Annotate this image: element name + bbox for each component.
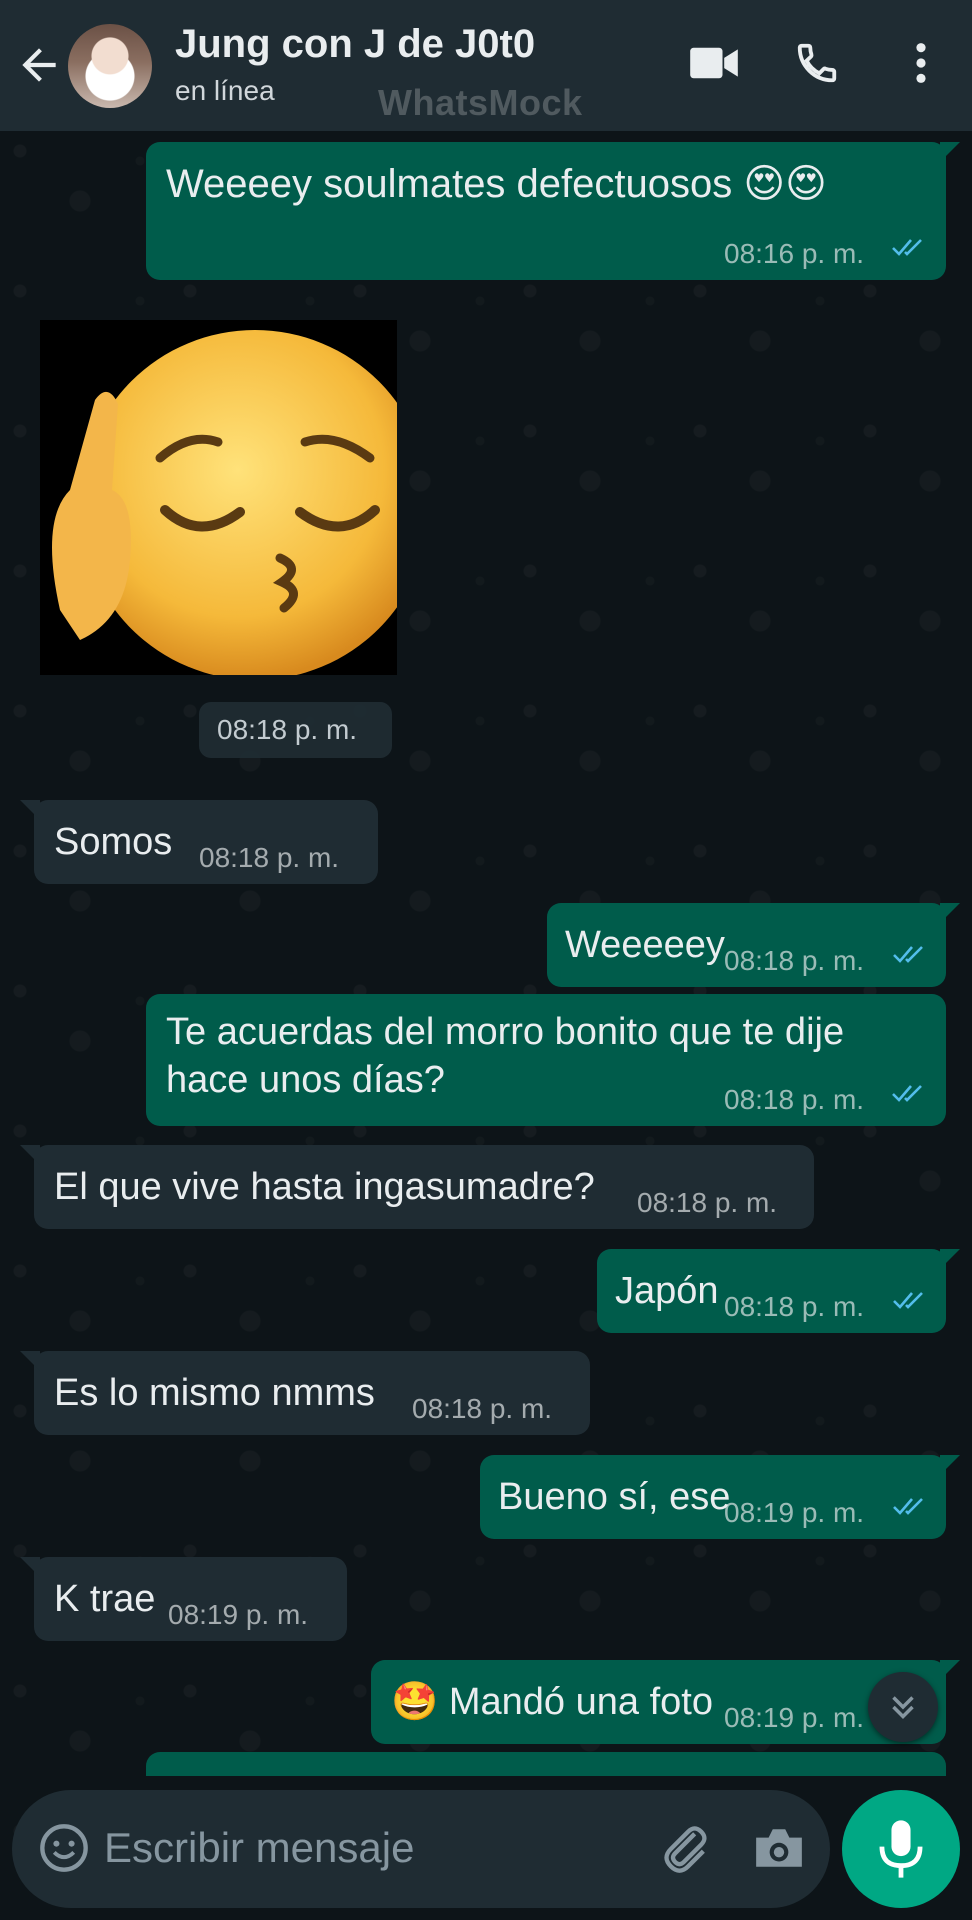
message-text-line-1: Te acuerdas del morro bonito que te dije	[166, 1011, 845, 1053]
back-arrow-icon[interactable]	[14, 40, 64, 90]
mic-icon	[879, 1820, 923, 1878]
sticker-timestamp-box: 08:18 p. m.	[199, 702, 392, 758]
message-outgoing[interactable]: Japón 08:18 p. m.	[597, 1249, 960, 1333]
mic-button[interactable]	[842, 1790, 960, 1908]
video-call-icon[interactable]	[690, 46, 738, 80]
double-check-icon	[893, 946, 923, 963]
double-check-icon	[892, 1085, 922, 1102]
message-outgoing[interactable]: Weeeey soulmates defectuosos 😍😍 08:16 p.…	[146, 142, 960, 280]
contact-name[interactable]: Jung con J de J0t0	[175, 22, 535, 67]
message-time: 08:18 p. m.	[724, 945, 865, 976]
message-time: 08:18 p. m.	[217, 714, 358, 745]
message-time: 08:19 p. m.	[168, 1599, 309, 1630]
message-time: 08:18 p. m.	[637, 1187, 778, 1218]
message-time: 08:19 p. m.	[724, 1497, 865, 1528]
pensive-kiss-emoji-icon	[52, 330, 397, 675]
message-incoming[interactable]: K trae 08:19 p. m.	[20, 1557, 347, 1641]
message-text: 🤩 Mandó una foto	[391, 1681, 713, 1723]
message-text: K trae	[54, 1578, 156, 1620]
message-text: Es lo mismo nmms	[54, 1372, 375, 1414]
message-outgoing[interactable]: 🤩 Mandó una foto 08:19 p. m.	[371, 1660, 960, 1744]
more-vert-icon[interactable]	[906, 40, 936, 86]
double-check-icon	[893, 1292, 923, 1309]
message-time: 08:16 p. m.	[724, 238, 865, 269]
double-check-icon	[893, 1498, 923, 1515]
message-time: 08:18 p. m.	[724, 1291, 865, 1322]
emoji-icon[interactable]	[38, 1822, 90, 1874]
message-outgoing[interactable]: Te acuerdas del morro bonito que te dije…	[146, 994, 946, 1126]
watermark-text: WhatsMock	[378, 82, 583, 123]
message-time: 08:18 p. m.	[412, 1393, 553, 1424]
chat-header: Jung con J de J0t0 en línea WhatsMock	[0, 0, 972, 131]
message-text: Weeeey soulmates defectuosos 😍😍	[166, 162, 827, 206]
scroll-to-bottom-button[interactable]	[868, 1672, 938, 1742]
double-check-icon	[892, 239, 922, 256]
chevron-double-down-icon	[892, 1696, 914, 1719]
message-incoming[interactable]: El que vive hasta ingasumadre? 08:18 p. …	[20, 1145, 814, 1229]
message-time: 08:18 p. m.	[724, 1084, 865, 1115]
contact-status: en línea	[175, 75, 275, 106]
message-text: Bueno sí, ese	[498, 1476, 731, 1518]
attach-icon[interactable]	[660, 1820, 712, 1878]
avatar[interactable]	[68, 24, 152, 108]
message-text: Weeeeey	[565, 924, 725, 966]
sticker-image[interactable]	[40, 320, 397, 675]
message-outgoing-partial[interactable]	[146, 1752, 946, 1776]
message-text: Japón	[615, 1270, 719, 1312]
phone-icon[interactable]	[794, 40, 840, 86]
message-outgoing[interactable]: Bueno sí, ese 08:19 p. m.	[480, 1455, 960, 1539]
camera-icon[interactable]	[752, 1824, 806, 1872]
message-text: Somos	[54, 821, 173, 863]
message-input[interactable]: Escribir mensaje	[104, 1824, 414, 1872]
message-composer[interactable]: Escribir mensaje	[12, 1790, 830, 1908]
message-outgoing[interactable]: Weeeeey 08:18 p. m.	[547, 903, 960, 987]
message-text: El que vive hasta ingasumadre?	[54, 1166, 595, 1208]
message-text-line-2: hace unos días?	[166, 1059, 445, 1101]
message-incoming[interactable]: Es lo mismo nmms 08:18 p. m.	[20, 1351, 590, 1435]
message-time: 08:18 p. m.	[199, 842, 340, 873]
message-time: 08:19 p. m.	[724, 1702, 865, 1733]
message-incoming[interactable]: Somos 08:18 p. m.	[20, 800, 378, 884]
